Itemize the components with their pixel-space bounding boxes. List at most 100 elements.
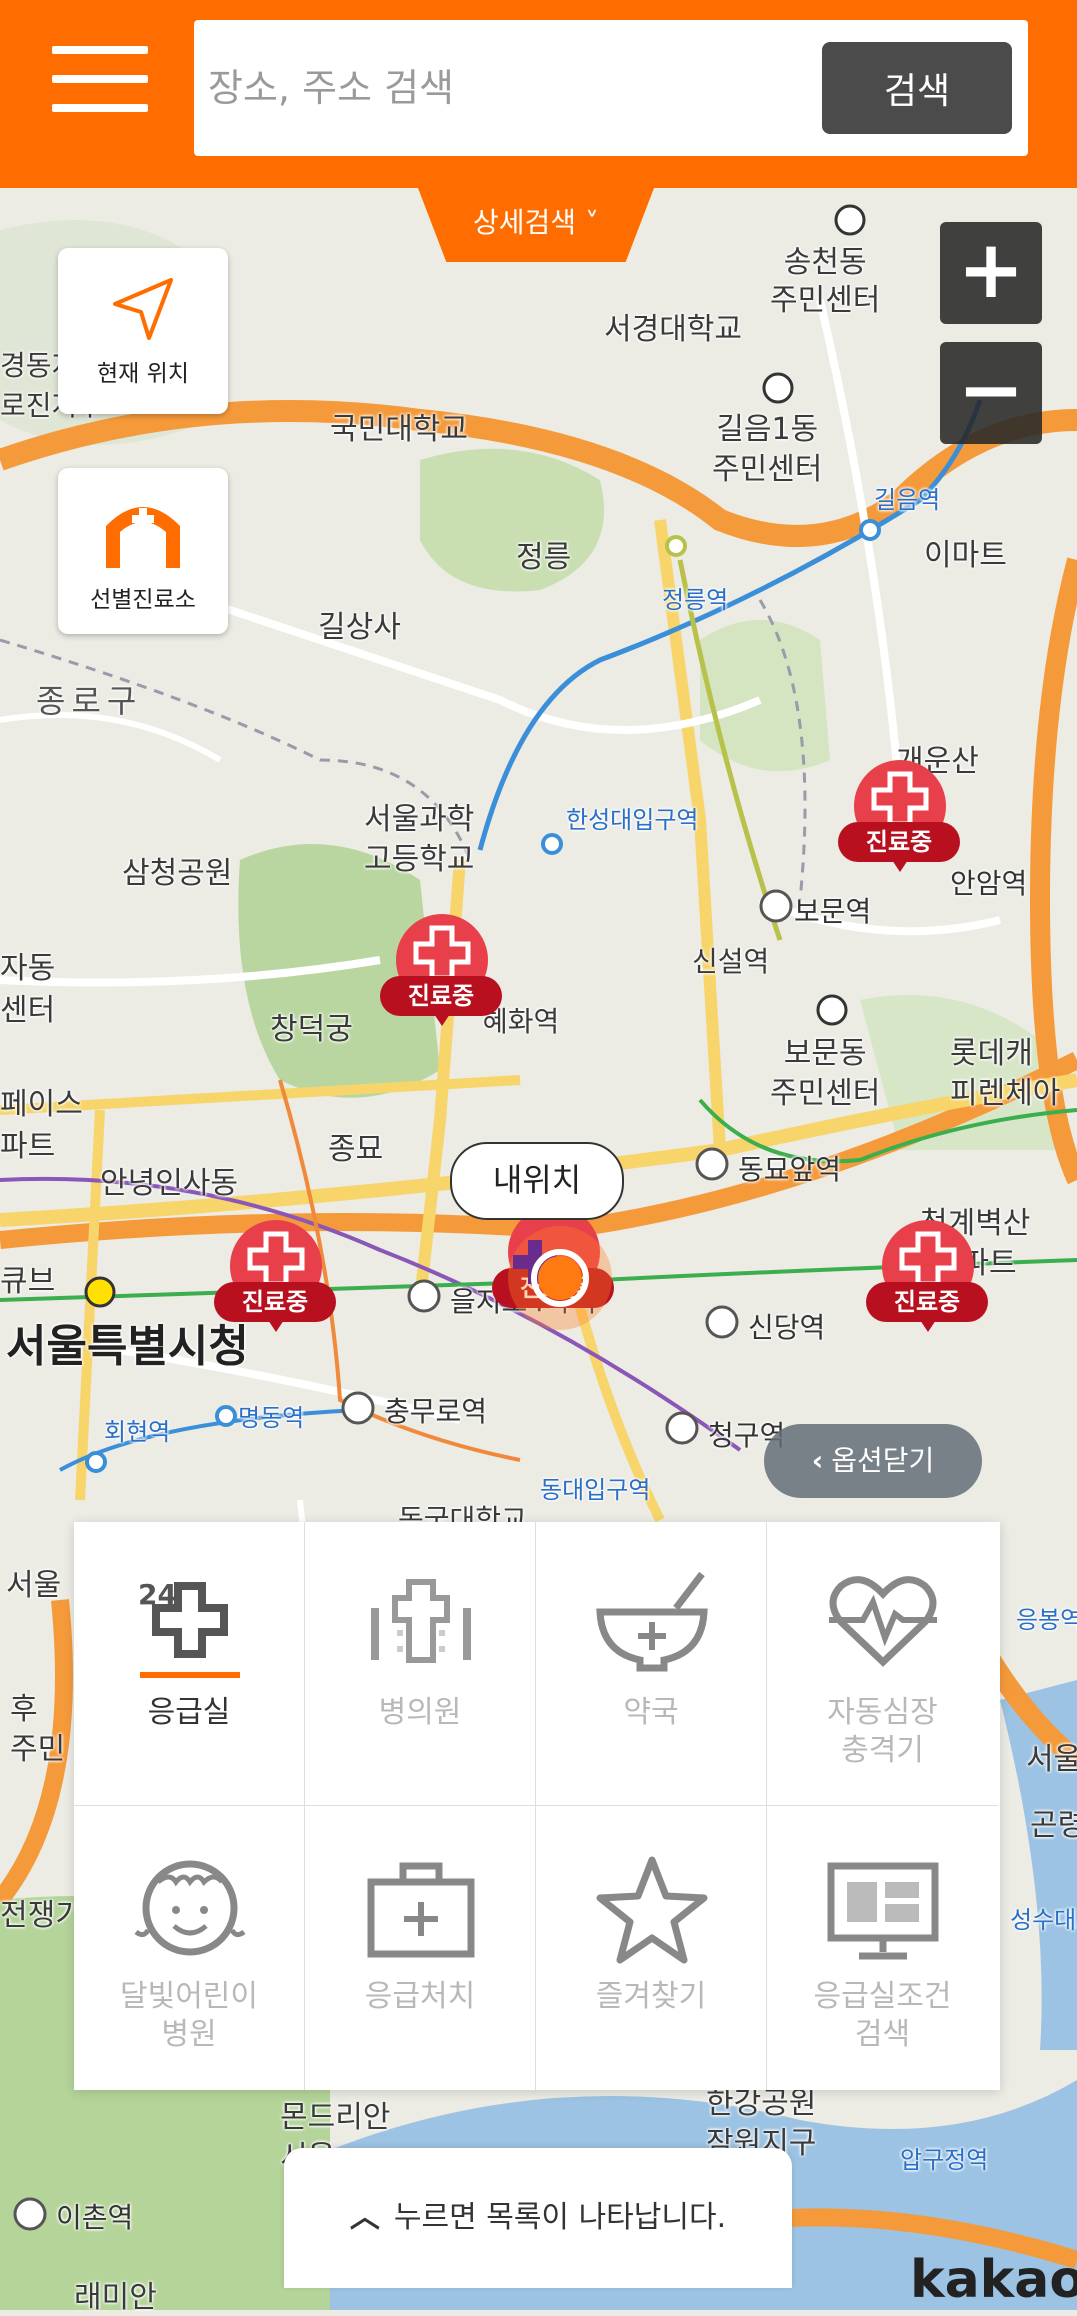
zoom-out-button[interactable]: −	[940, 342, 1042, 444]
map-label-yongbi: 응봉역	[1016, 1606, 1077, 1634]
map-label-gilsangsa: 길상사	[318, 610, 401, 645]
category-label: 즐겨찾기	[595, 1979, 707, 2014]
clinic-marker-tail	[892, 860, 908, 872]
category-er-condition-search[interactable]: 응급실조건 검색	[767, 1806, 998, 2090]
search-box: 검색	[194, 20, 1028, 156]
map-label-hansung-stn: 한성대입구역	[566, 806, 699, 834]
first-aid-kit-icon	[367, 1862, 475, 1958]
condition-search-icon	[827, 1862, 939, 1960]
search-input[interactable]	[206, 42, 790, 134]
screening-tent-icon	[106, 507, 180, 568]
current-location-button[interactable]: 현재 위치	[58, 248, 228, 414]
map-label-kookmin: 국민대학교	[330, 412, 468, 447]
category-defibrillator[interactable]: 자동심장 충격기	[767, 1522, 998, 1806]
map-label-anam-stn: 안암역	[950, 867, 1028, 900]
map-label-bomun-stn: 보문역	[794, 895, 872, 928]
map-label-jeongneung: 정릉	[516, 540, 572, 575]
search-button[interactable]: 검색	[822, 42, 1012, 134]
location-arrow-icon	[113, 278, 173, 340]
list-toggle-button[interactable]: ︿ 누르면 목록이 나타납니다.	[284, 2148, 792, 2288]
category-label: 응급처치	[364, 1979, 476, 2014]
map-label-jeongneung-stn: 정릉역	[662, 586, 729, 614]
clinic-status-label: 진료중	[380, 976, 502, 1016]
category-label: 약국	[623, 1695, 679, 1730]
map-label-seogyeong: 서경대학교	[604, 312, 742, 347]
map-label-seoul-right: 서울	[1026, 1742, 1077, 1777]
child-hospital-icon	[134, 1860, 246, 1956]
category-favorites[interactable]: 즐겨찾기	[536, 1806, 767, 2090]
category-first-aid[interactable]: 응급처치	[305, 1806, 536, 2090]
clinic-marker[interactable]: 진료중	[214, 1220, 336, 1350]
map-label-gong-right: 곤령	[1030, 1808, 1077, 1843]
map-label-myeongdong-stn: 명동역	[238, 1404, 305, 1432]
chevron-up-icon: ︿	[349, 2200, 380, 2235]
map-label-ichon-stn: 이촌역	[56, 2201, 134, 2234]
clinic-marker-tail	[920, 1320, 936, 1332]
defibrillator-icon	[829, 1576, 937, 1667]
map-label-seoul-sci-hs: 서울과학 고등학교	[364, 802, 475, 877]
emergency-24-icon: 24	[138, 1578, 240, 1678]
map-label-raemian: 래미안	[74, 2280, 157, 2315]
menu-icon[interactable]	[52, 46, 148, 112]
category-label: 자동심장 충격기	[827, 1695, 938, 1768]
map-label-lotte-castle: 롯데캐 피렌체아	[950, 1036, 1061, 1111]
clinic-marker-tail	[268, 1320, 284, 1332]
map-label-gileum-stn: 길음역	[874, 486, 941, 514]
map-label-dongmyo-stn: 동묘앞역	[738, 1153, 842, 1186]
list-toggle-label: 누르면 목록이 나타납니다.	[393, 2200, 727, 2235]
clinic-marker[interactable]: 진료중	[838, 760, 960, 890]
category-pharmacy[interactable]: 약국	[536, 1522, 767, 1806]
map-label-seoul-left: 서울	[6, 1568, 62, 1603]
top-bar: 검색	[0, 0, 1077, 188]
screening-clinic-label: 선별진료소	[90, 587, 196, 613]
category-label: 달빛어린이 병원	[120, 1979, 258, 2052]
map-label-songcheon: 송천동 주민센터	[770, 245, 881, 318]
current-location-label: 현재 위치	[97, 361, 189, 387]
star-icon	[596, 1856, 708, 1964]
map-label-sinseol-stn: 신설역	[692, 945, 770, 978]
kakao-logo: kakao	[910, 2250, 1077, 2310]
map-label-left-cube: 큐브	[0, 1264, 56, 1299]
zoom-in-button[interactable]: +	[940, 222, 1042, 324]
chevron-left-icon: ‹	[811, 1444, 824, 1477]
map-label-apgujeong-stn: 압구정역	[900, 2146, 989, 2174]
clinic-marker-tail	[434, 1014, 450, 1026]
my-location-bubble: 내위치	[450, 1142, 624, 1220]
category-label: 응급실	[147, 1695, 231, 1730]
map-label-sindang-stn: 신당역	[748, 1311, 826, 1344]
map-label-hoehyeon-stn: 회현역	[104, 1418, 171, 1446]
map-label-jeonjaeng: 전쟁기	[0, 1898, 83, 1933]
clinic-marker[interactable]: 진료중	[380, 914, 502, 1044]
screening-clinic-button[interactable]: 선별진료소	[58, 468, 228, 634]
option-close-label: 옵션닫기	[831, 1444, 935, 1477]
option-close-button[interactable]: ‹ 옵션닫기	[764, 1424, 982, 1498]
pharmacy-icon	[596, 1571, 708, 1672]
map-label-emart: 이마트	[924, 538, 1007, 573]
map-label-left-face: 페이스 파트	[0, 1087, 83, 1164]
category-label: 응급실조건 검색	[813, 1979, 952, 2052]
map-label-anyeong-insadong: 안녕인사동	[100, 1166, 238, 1201]
map-label-seoul-city: 서울특별시청	[6, 1321, 249, 1372]
map-label-samcheong-park: 삼청공원	[122, 856, 233, 891]
map-label-hu-left: 후 주민	[10, 1692, 66, 1767]
clinic-status-label: 진료중	[214, 1282, 336, 1322]
category-emergency-room[interactable]: 24 응급실	[74, 1522, 305, 1806]
map-label-seongsu-bridge: 성수대교	[1010, 1906, 1077, 1934]
map-label-dongdae-stn: 동대입구역	[540, 1476, 651, 1504]
map-label-chungmuro-stn: 충무로역	[384, 1395, 488, 1428]
map-label-jongno-gu: 종로구	[36, 682, 143, 720]
map-label-left-dong: 자동 센터	[0, 951, 56, 1028]
detail-search-tab[interactable]: 상세검색 ˅	[418, 188, 654, 262]
map-label-jongmyo: 종묘	[328, 1132, 384, 1167]
clinic-status-label: 진료중	[838, 822, 960, 862]
map-label-changdeokgung: 창덕궁	[270, 1012, 353, 1047]
category-panel: 24 응급실 병의원 약국 자동심장 충격기 달빛어린이 병원 응급처치 즐겨찾…	[74, 1522, 1000, 2090]
map-label-bomun-center: 보문동 주민센터	[770, 1036, 881, 1111]
category-hospital[interactable]: 병의원	[305, 1522, 536, 1806]
category-child-hospital[interactable]: 달빛어린이 병원	[74, 1806, 305, 2090]
clinic-marker[interactable]: 진료중	[866, 1220, 988, 1350]
map-label-gileum1: 길음1동 주민센터	[712, 412, 823, 487]
category-label: 병의원	[378, 1695, 462, 1730]
hospital-icon	[371, 1579, 471, 1663]
my-location-icon[interactable]	[500, 1218, 620, 1338]
